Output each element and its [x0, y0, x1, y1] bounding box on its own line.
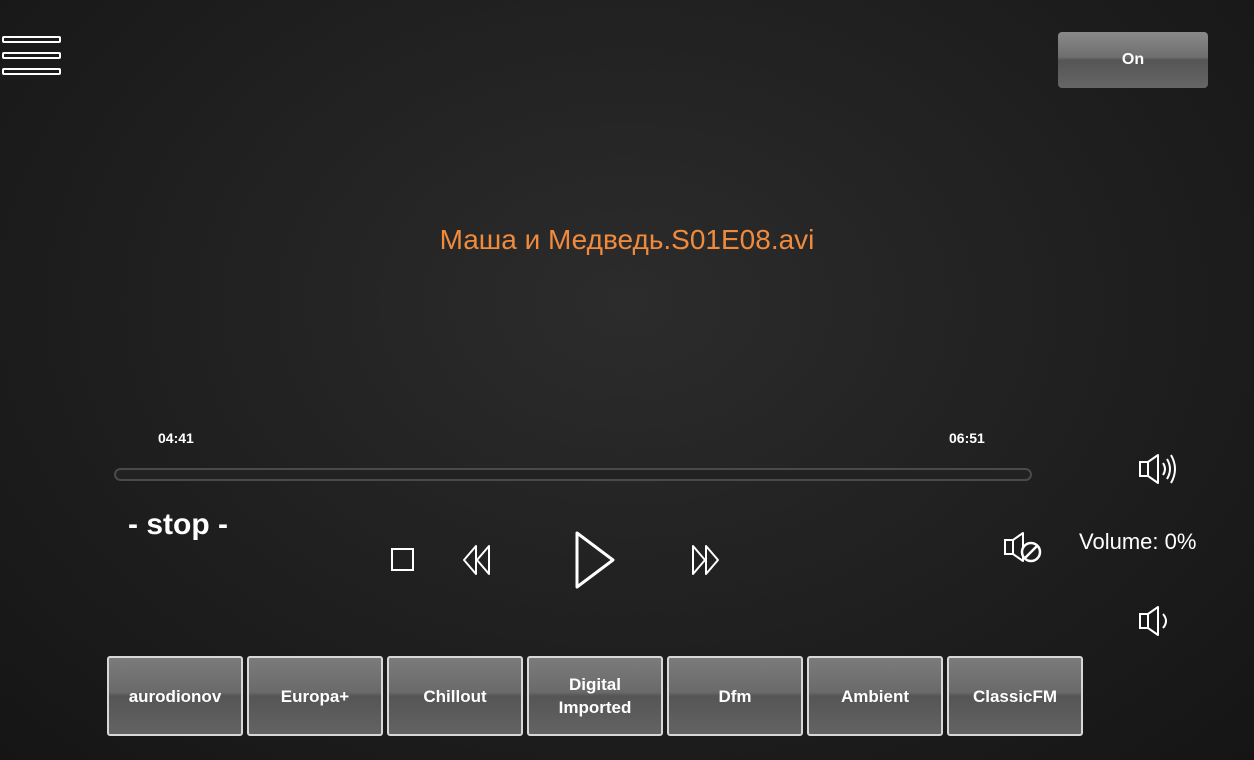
forward-button[interactable] [690, 543, 720, 577]
fast-forward-icon [692, 545, 719, 575]
station-button-aurodionov[interactable]: aurodionov [107, 656, 243, 736]
power-button[interactable]: On [1058, 32, 1208, 88]
station-button-classicfm[interactable]: ClassicFM [947, 656, 1083, 736]
volume-up-icon [1139, 454, 1176, 484]
menu-button[interactable] [2, 36, 64, 78]
station-button-europa-plus[interactable]: Europa+ [247, 656, 383, 736]
volume-down-icon [1139, 606, 1167, 636]
stop-button[interactable] [390, 547, 416, 573]
station-button-digital-imported[interactable]: Digital Imported [527, 656, 663, 736]
hamburger-menu-bar [2, 52, 61, 59]
station-button-ambient[interactable]: Ambient [807, 656, 943, 736]
total-time: 06:51 [949, 430, 985, 446]
progress-bar[interactable] [114, 468, 1032, 481]
rewind-icon [463, 545, 490, 575]
play-icon [575, 531, 615, 589]
play-button[interactable] [572, 530, 618, 592]
elapsed-time: 04:41 [158, 430, 194, 446]
mute-button[interactable] [1002, 530, 1046, 566]
volume-down-button[interactable] [1137, 604, 1173, 638]
mute-icon [1004, 532, 1042, 563]
volume-level: Volume: 0% [1079, 529, 1197, 554]
now-playing-title: Маша и Медведь.S01E08.avi [439, 224, 815, 255]
station-button-chillout[interactable]: Chillout [387, 656, 523, 736]
volume-up-button[interactable] [1137, 452, 1181, 486]
stop-icon [391, 548, 414, 571]
station-button-dfm[interactable]: Dfm [667, 656, 803, 736]
station-presets: aurodionov Europa+ Chillout Digital Impo… [107, 656, 1083, 736]
hamburger-menu-icon [2, 36, 61, 43]
playback-state: - stop - [128, 508, 228, 541]
hamburger-menu-bar [2, 68, 61, 75]
rewind-button[interactable] [462, 543, 492, 577]
